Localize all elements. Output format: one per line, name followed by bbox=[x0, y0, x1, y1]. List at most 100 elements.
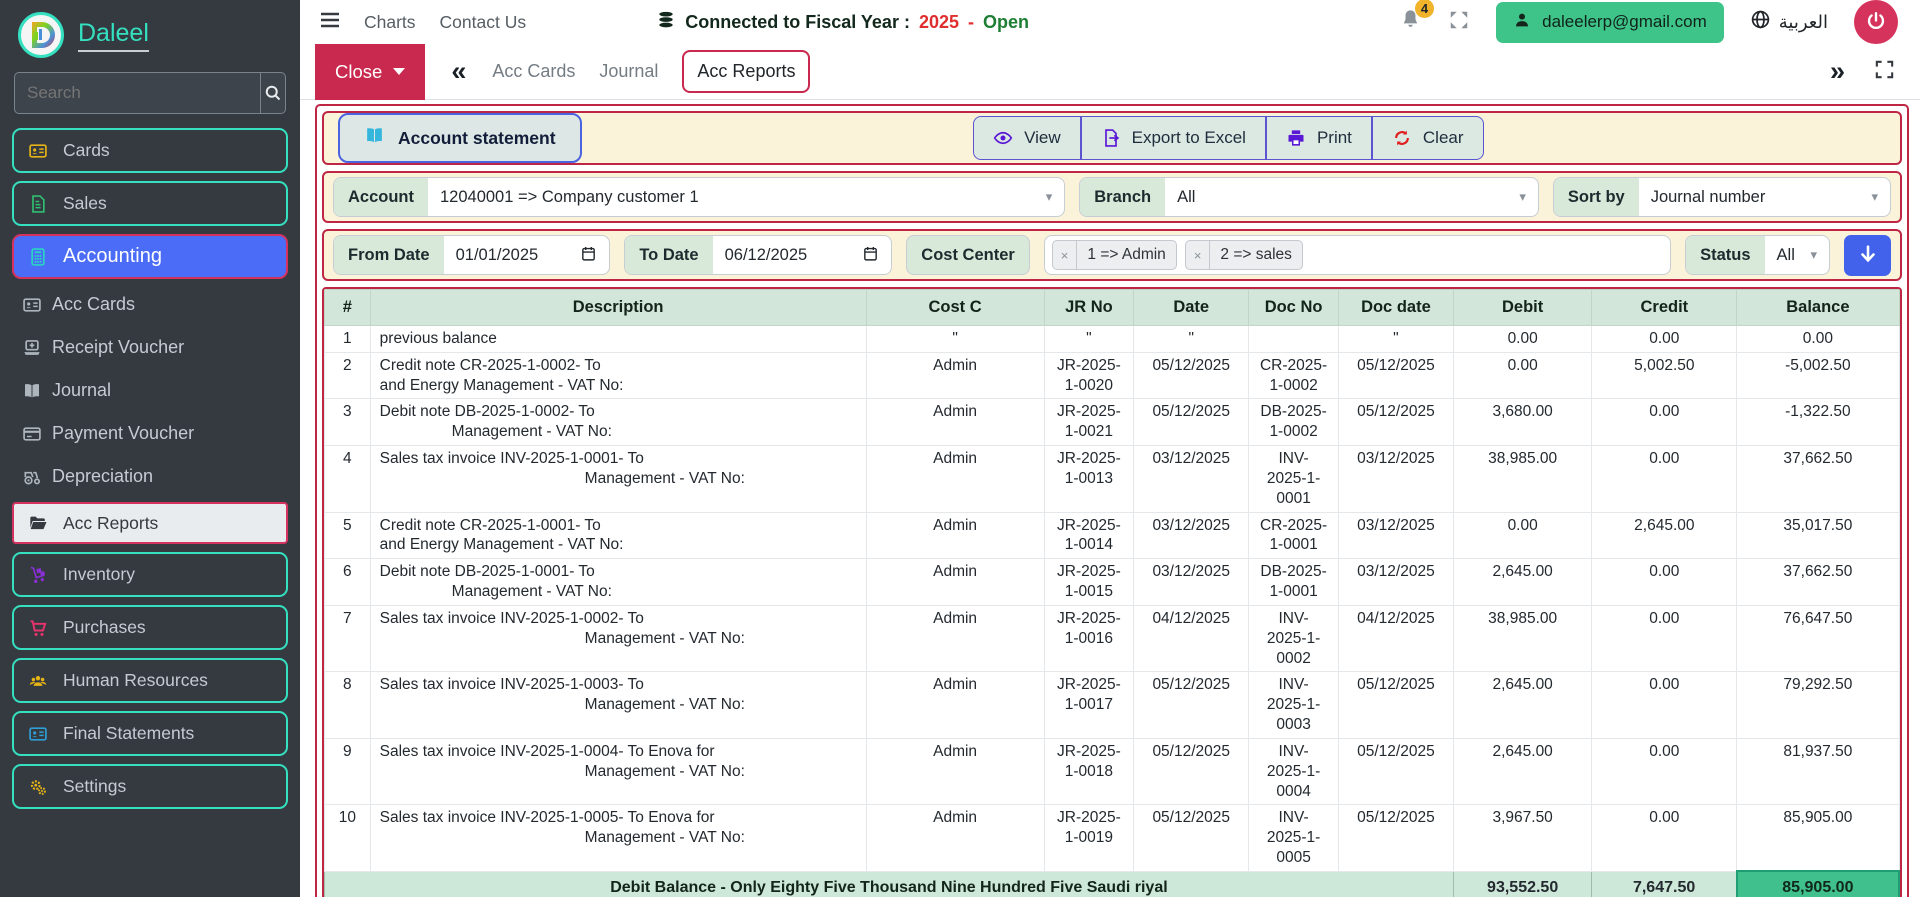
cell-jr-no: JR-2025- 1-0014 bbox=[1043, 511, 1135, 560]
notification-count-badge: 4 bbox=[1414, 0, 1435, 18]
hamburger-menu-icon[interactable] bbox=[318, 8, 342, 37]
brand-name[interactable]: Daleel bbox=[78, 19, 149, 52]
sidebar-item-inventory[interactable]: Inventory bbox=[12, 552, 288, 597]
action-label: View bbox=[1024, 128, 1061, 147]
app-root: Daleel Cards Sales Accounting Acc Cards Rece… bbox=[0, 0, 1920, 897]
language-switcher[interactable]: العربية bbox=[1750, 9, 1828, 35]
tag-label: 2 => sales bbox=[1220, 246, 1292, 263]
cell-jr-no: JR-2025- 1-0019 bbox=[1043, 804, 1135, 872]
sidebar-item-depreciation[interactable]: Depreciation bbox=[12, 457, 288, 496]
sidebar-item-settings[interactable]: Settings bbox=[12, 764, 288, 809]
search-icon[interactable] bbox=[260, 73, 285, 113]
id-card-icon bbox=[28, 724, 48, 744]
table-footer-row: Debit Balance - Only Eighty Five Thousan… bbox=[324, 870, 1900, 897]
search-input[interactable] bbox=[15, 73, 260, 113]
branch-label: Branch bbox=[1080, 178, 1166, 216]
sidebar-item-label: Cards bbox=[63, 140, 110, 160]
footer-total-balance: 85,905.00 bbox=[1735, 870, 1900, 897]
sidebar-item-cards[interactable]: Cards bbox=[12, 128, 288, 173]
sidebar-item-journal[interactable]: Journal bbox=[12, 371, 288, 410]
to-date-field[interactable]: To Date 06/12/2025 bbox=[624, 235, 893, 275]
export-to-excel-button[interactable]: Export to Excel bbox=[1080, 116, 1266, 160]
cell-balance: 76,647.50 bbox=[1736, 604, 1900, 673]
tab-acc-reports[interactable]: Acc Reports bbox=[682, 50, 811, 93]
chevron-double-left-icon[interactable]: « bbox=[451, 58, 466, 85]
clear-button[interactable]: Clear bbox=[1371, 116, 1484, 160]
arrow-down-icon bbox=[1857, 243, 1879, 268]
branch-value: All bbox=[1177, 187, 1196, 206]
cell-jr-no: JR-2025- 1-0021 bbox=[1043, 398, 1135, 447]
cell-doc-no: INV- 2025-1- 0003 bbox=[1248, 671, 1339, 739]
sidebar-item-label: Acc Cards bbox=[52, 294, 136, 314]
sidebar-item-final-statements[interactable]: Final Statements bbox=[12, 711, 288, 756]
sidebar-item-human-resources[interactable]: Human Resources bbox=[12, 658, 288, 703]
statement-table-container: # Description Cost C JR No Date Doc No Doc dat… bbox=[322, 287, 1902, 897]
cost-center-multiselect[interactable]: × 1 => Admin × 2 => sales bbox=[1043, 235, 1672, 275]
to-date-label: To Date bbox=[625, 236, 713, 274]
sidebar-item-sales[interactable]: Sales bbox=[12, 181, 288, 226]
cell-jr-no: JR-2025- 1-0015 bbox=[1043, 558, 1135, 606]
close-button[interactable]: Close bbox=[315, 43, 426, 100]
sort-by-select[interactable]: Sort by Journal number ▾ bbox=[1552, 177, 1891, 217]
cell-date: 04/12/2025 bbox=[1133, 604, 1250, 673]
cell-debit: 0.00 bbox=[1452, 351, 1593, 400]
table-header-row: # Description Cost C JR No Date Doc No Doc dat… bbox=[324, 289, 1900, 326]
logout-power-button[interactable] bbox=[1853, 0, 1898, 44]
load-report-button[interactable] bbox=[1844, 234, 1891, 276]
sidebar-item-receipt-voucher[interactable]: Receipt Voucher bbox=[12, 328, 288, 367]
from-date-label: From Date bbox=[334, 236, 444, 274]
from-date-field[interactable]: From Date 01/01/2025 bbox=[333, 235, 611, 275]
sidebar-item-acc-cards[interactable]: Acc Cards bbox=[12, 285, 288, 324]
cell-date: 03/12/2025 bbox=[1133, 445, 1250, 513]
sidebar-item-payment-voucher[interactable]: Payment Voucher bbox=[12, 414, 288, 453]
notifications-bell-icon[interactable]: 4 bbox=[1399, 0, 1435, 36]
sidebar-item-accounting[interactable]: Accounting bbox=[12, 234, 288, 279]
power-icon bbox=[1865, 10, 1887, 35]
topbar-link-contact-us[interactable]: Contact Us bbox=[440, 12, 527, 33]
table-row: 2 Credit note CR-2025-1-0002- To and Energ… bbox=[324, 351, 1900, 400]
daleel-logo-icon[interactable] bbox=[18, 12, 64, 58]
topbar-link-charts[interactable]: Charts bbox=[364, 12, 416, 33]
cell-description: Debit note DB-2025-1-0002- To Management … bbox=[369, 398, 867, 447]
sidebar-item-purchases[interactable]: Purchases bbox=[12, 605, 288, 650]
table-row: 1 previous balance " " " " 0.00 0.00 0.00 bbox=[324, 325, 1900, 353]
cell-date: 05/12/2025 bbox=[1133, 804, 1250, 872]
cell-doc-no: INV- 2025-1- 0001 bbox=[1248, 445, 1339, 513]
caret-down-icon bbox=[393, 68, 406, 75]
report-panel: Account statement View Export to Excel Pri… bbox=[315, 104, 1909, 897]
cell-doc-date: 03/12/2025 bbox=[1337, 558, 1454, 606]
cell-doc-date: 05/12/2025 bbox=[1337, 671, 1454, 739]
status-select[interactable]: Status All ▾ bbox=[1685, 235, 1830, 275]
branch-select[interactable]: Branch All ▾ bbox=[1079, 177, 1539, 217]
view-button[interactable]: View bbox=[973, 116, 1081, 160]
print-button[interactable]: Print bbox=[1265, 116, 1372, 160]
sidebar-item-acc-reports[interactable]: Acc Reports bbox=[12, 502, 288, 544]
cell-description: Sales tax invoice INV-2025-1-0002- To Man… bbox=[369, 604, 867, 673]
chevron-down-icon: ▾ bbox=[1810, 247, 1817, 262]
filter-row-2: From Date 01/01/2025 To Date 06/12/2025 bbox=[322, 229, 1902, 281]
table-row: 8 Sales tax invoice INV-2025-1-0003- To Ma… bbox=[324, 671, 1900, 739]
account-statement-button[interactable]: Account statement bbox=[338, 113, 582, 163]
sidebar: Daleel Cards Sales Accounting Acc Cards Rece… bbox=[0, 0, 300, 897]
chevron-double-right-icon[interactable]: » bbox=[1830, 58, 1845, 85]
sort-by-value: Journal number bbox=[1650, 187, 1766, 206]
account-select[interactable]: Account 12040001 => Company customer 1 ▾ bbox=[333, 177, 1066, 217]
column-header-credit: Credit bbox=[1591, 289, 1738, 326]
fullscreen-icon[interactable] bbox=[1873, 58, 1896, 86]
status-value: All bbox=[1776, 245, 1795, 264]
fiscal-year: 2025 bbox=[918, 11, 959, 32]
expand-arrows-icon[interactable] bbox=[1448, 9, 1470, 36]
tab-acc-cards[interactable]: Acc Cards bbox=[492, 61, 575, 82]
user-account-button[interactable]: daleelerp@gmail.com bbox=[1496, 1, 1724, 43]
users-icon bbox=[28, 671, 48, 691]
cell-debit: 2,645.00 bbox=[1452, 671, 1593, 739]
table-row: 10 Sales tax invoice INV-2025-1-0005- To … bbox=[324, 804, 1900, 872]
column-header--: # bbox=[324, 289, 371, 326]
remove-tag-icon[interactable]: × bbox=[1186, 241, 1211, 269]
cell-debit: 38,985.00 bbox=[1452, 604, 1593, 673]
sidebar-item-label: Sales bbox=[63, 193, 107, 213]
remove-tag-icon[interactable]: × bbox=[1053, 241, 1078, 269]
cell-number: 8 bbox=[324, 671, 371, 739]
cell-description: Credit note CR-2025-1-0002- To and Energy… bbox=[369, 351, 867, 400]
tab-journal[interactable]: Journal bbox=[599, 61, 658, 82]
